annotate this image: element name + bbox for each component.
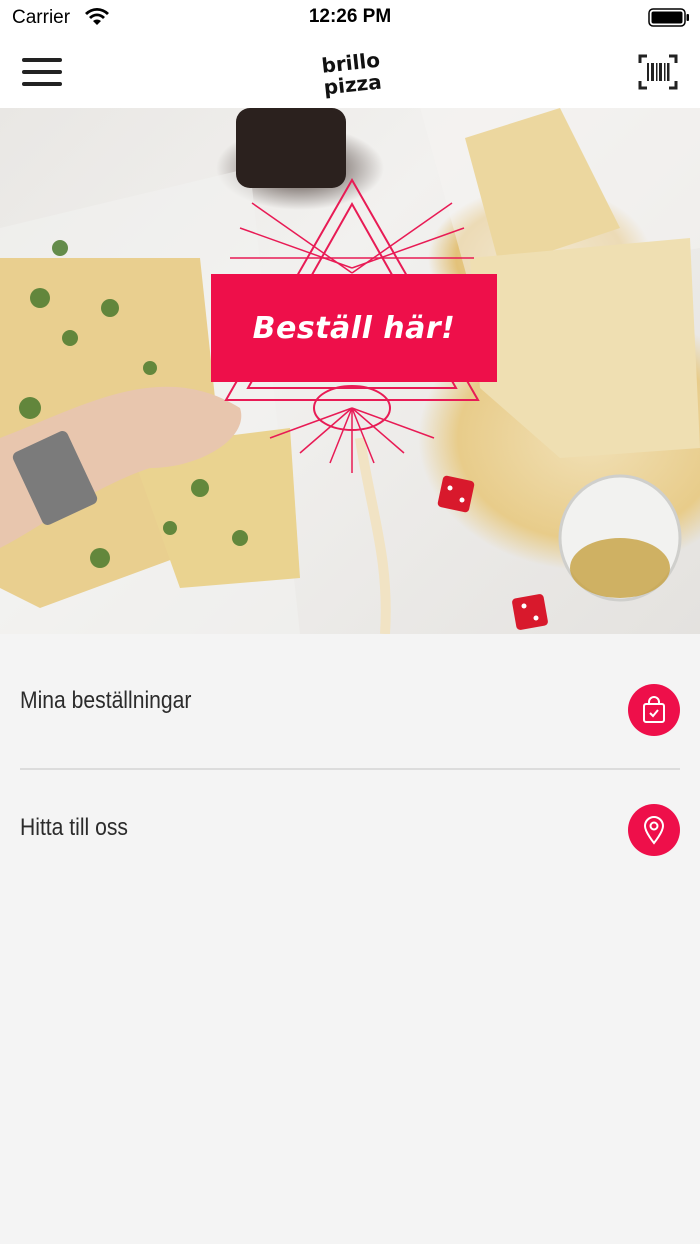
order-here-button[interactable]: Beställ här! [211,274,497,382]
status-time: 12:26 PM [308,6,392,27]
nav-bar: brillo pizza [0,36,700,109]
find-us-label: Hitta till oss [20,814,128,841]
battery-icon [648,8,689,27]
location-pin-icon [628,804,680,856]
brillo-pizza-logo: brillo pizza [320,48,383,100]
status-bar: Carrier 12:26 PM [0,0,700,36]
barcode-scan-icon[interactable] [638,53,678,91]
shopping-bag-icon [628,684,680,736]
hero-banner: Beställ här! [0,108,700,634]
my-orders-row[interactable]: Mina beställningar [20,634,680,768]
my-orders-label: Mina beställningar [20,687,192,714]
logo-line2: pizza [323,70,383,100]
find-us-row[interactable]: Hitta till oss [20,768,680,886]
hamburger-menu-icon[interactable] [22,56,64,88]
menu-list: Mina beställningar Hitta till oss [20,634,680,886]
